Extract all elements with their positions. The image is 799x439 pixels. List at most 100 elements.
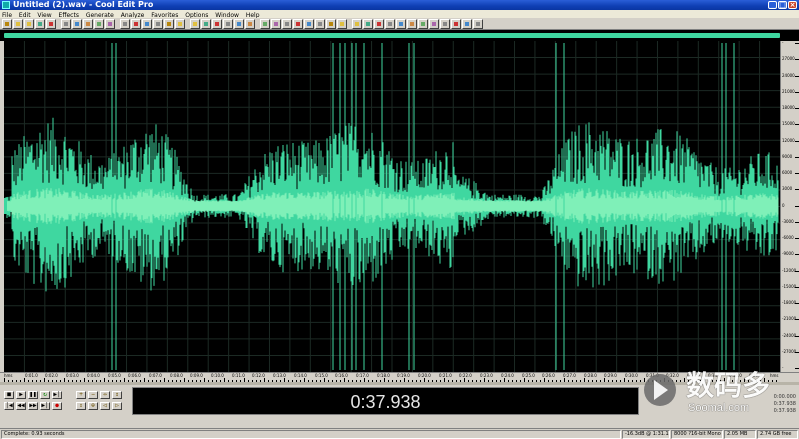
overview-range[interactable] (4, 33, 780, 38)
amplitude-tick (795, 254, 799, 255)
zoom-in-vertical-button[interactable]: ↕ (112, 391, 122, 399)
waveform-display[interactable] (4, 41, 780, 372)
status-size: 2.05 MB (724, 430, 756, 439)
play-to-end-button[interactable]: ▶| (52, 391, 62, 399)
toolbar-mix-paste-icon[interactable] (245, 19, 255, 29)
amplitude-tick (795, 173, 799, 174)
amplitude-ruler: -27000 24000 21000 18000 15000 12000 9000 6000 3… (780, 41, 799, 372)
watermark-text-en: Soomal.com (688, 402, 750, 414)
toolbar-cut-icon[interactable] (35, 19, 45, 29)
time-label: 0:10.0 (211, 373, 224, 378)
time-label: 0:24.0 (501, 373, 514, 378)
toolbar-spectral-icon[interactable] (271, 19, 281, 29)
toolbar-spectral-icon[interactable] (105, 19, 115, 29)
record-button[interactable]: ● (52, 402, 62, 410)
amplitude-label: 24000 (782, 73, 795, 78)
toolbar-paste-icon[interactable] (385, 19, 395, 29)
toolbar-save-icon[interactable] (190, 19, 200, 29)
amplitude-label: 9000 (782, 154, 793, 159)
toolbar-options-icon[interactable] (153, 19, 163, 29)
amplitude-label: -3000 (782, 219, 794, 224)
zoom-in-horizontal-button[interactable]: + (76, 391, 86, 399)
toolbar-zoom-icon[interactable] (304, 19, 314, 29)
time-label: 0:16.0 (335, 373, 348, 378)
time-label: 0:09.0 (190, 373, 203, 378)
fast-forward-button[interactable]: ▶▶ (28, 402, 38, 410)
toolbar-new-icon[interactable] (2, 19, 12, 29)
amplitude-label: 21000 (782, 89, 795, 94)
go-start-button[interactable]: |◀ (4, 402, 14, 410)
toolbar-waveform-view-icon[interactable] (120, 19, 130, 29)
amplitude-label: 18000 (782, 105, 795, 110)
stop-button[interactable]: ■ (4, 391, 14, 399)
amplitude-tick (795, 141, 799, 142)
zoom-selection-button[interactable]: ⊕ (88, 402, 98, 410)
go-end-button[interactable]: ▶| (40, 402, 50, 410)
time-label: 0:08.0 (170, 373, 183, 378)
amplitude-label: 12000 (782, 138, 795, 143)
toolbar-cut-icon[interactable] (363, 19, 373, 29)
toolbar-mix-paste-icon[interactable] (407, 19, 417, 29)
toolbar-options-icon[interactable] (473, 19, 483, 29)
toolbar-cue-icon[interactable] (293, 19, 303, 29)
time-label: 0:30.0 (625, 373, 638, 378)
close-icon[interactable]: × (788, 1, 797, 9)
toolbar-zoom-icon[interactable] (462, 19, 472, 29)
time-label: 0:22.0 (459, 373, 472, 378)
toolbar-zoom-icon[interactable] (142, 19, 152, 29)
play-looped-button[interactable]: ↻ (40, 391, 50, 399)
zoom-out-horizontal-button[interactable]: − (88, 391, 98, 399)
rewind-button[interactable]: ◀◀ (16, 402, 26, 410)
time-display: 0:37.938 (132, 387, 639, 415)
toolbar-multitrack-icon[interactable] (94, 19, 104, 29)
zoom-right-button[interactable]: ▷ (112, 402, 122, 410)
time-label: 0:03.0 (66, 373, 79, 378)
overview-bar[interactable] (0, 30, 799, 41)
start-marker (4, 198, 7, 214)
watermark-text-cn: 数码多 (686, 369, 771, 402)
maximize-icon[interactable]: □ (778, 1, 787, 9)
amplitude-label: -18000 (782, 300, 797, 305)
toolbar-new-icon[interactable] (326, 19, 336, 29)
zoom-left-button[interactable]: ◁ (100, 402, 110, 410)
toolbar-copy-icon[interactable] (212, 19, 222, 29)
toolbar-open-icon[interactable] (13, 19, 23, 29)
toolbar-paste-icon[interactable] (223, 19, 233, 29)
pause-button[interactable]: ❚❚ (28, 391, 38, 399)
toolbar-open-icon[interactable] (337, 19, 347, 29)
toolbar-options-icon[interactable] (315, 19, 325, 29)
toolbar-waveform-view-icon[interactable] (282, 19, 292, 29)
amplitude-tick (795, 206, 799, 207)
amplitude-tick (795, 368, 799, 369)
minimize-icon[interactable]: _ (768, 1, 777, 9)
toolbar-copy-icon[interactable] (374, 19, 384, 29)
toolbar-cut-icon[interactable] (201, 19, 211, 29)
app-icon[interactable] (2, 1, 10, 9)
toolbar-open-icon[interactable] (175, 19, 185, 29)
play-button[interactable]: ▶ (16, 391, 26, 399)
toolbar-waveform-view-icon[interactable] (440, 19, 450, 29)
toolbar-undo-icon[interactable] (396, 19, 406, 29)
zoom-out-full-button[interactable]: ⇔ (100, 391, 110, 399)
toolbar-copy-icon[interactable] (46, 19, 56, 29)
amplitude-tick (795, 238, 799, 239)
status-free: 2.74 GB free (757, 430, 798, 439)
toolbar-save-icon[interactable] (352, 19, 362, 29)
toolbar-save-icon[interactable] (24, 19, 34, 29)
status-db: -16.3dB @ 1:31.195 (622, 430, 670, 439)
time-label: 0:15.0 (315, 373, 328, 378)
time-label: 0:11.0 (232, 373, 245, 378)
toolbar-new-icon[interactable] (164, 19, 174, 29)
toolbar-cue-icon[interactable] (131, 19, 141, 29)
toolbar-undo-icon[interactable] (72, 19, 82, 29)
zoom-out-vertical-button[interactable]: ⇕ (76, 402, 86, 410)
toolbar-paste-icon[interactable] (61, 19, 71, 29)
toolbar-undo-icon[interactable] (234, 19, 244, 29)
toolbar-cue-icon[interactable] (451, 19, 461, 29)
toolbar-multitrack-icon[interactable] (418, 19, 428, 29)
toolbar-spectral-icon[interactable] (429, 19, 439, 29)
amplitude-label: -27000 (782, 349, 797, 354)
toolbar-mix-paste-icon[interactable] (83, 19, 93, 29)
waveform[interactable] (4, 41, 780, 372)
toolbar-multitrack-icon[interactable] (260, 19, 270, 29)
